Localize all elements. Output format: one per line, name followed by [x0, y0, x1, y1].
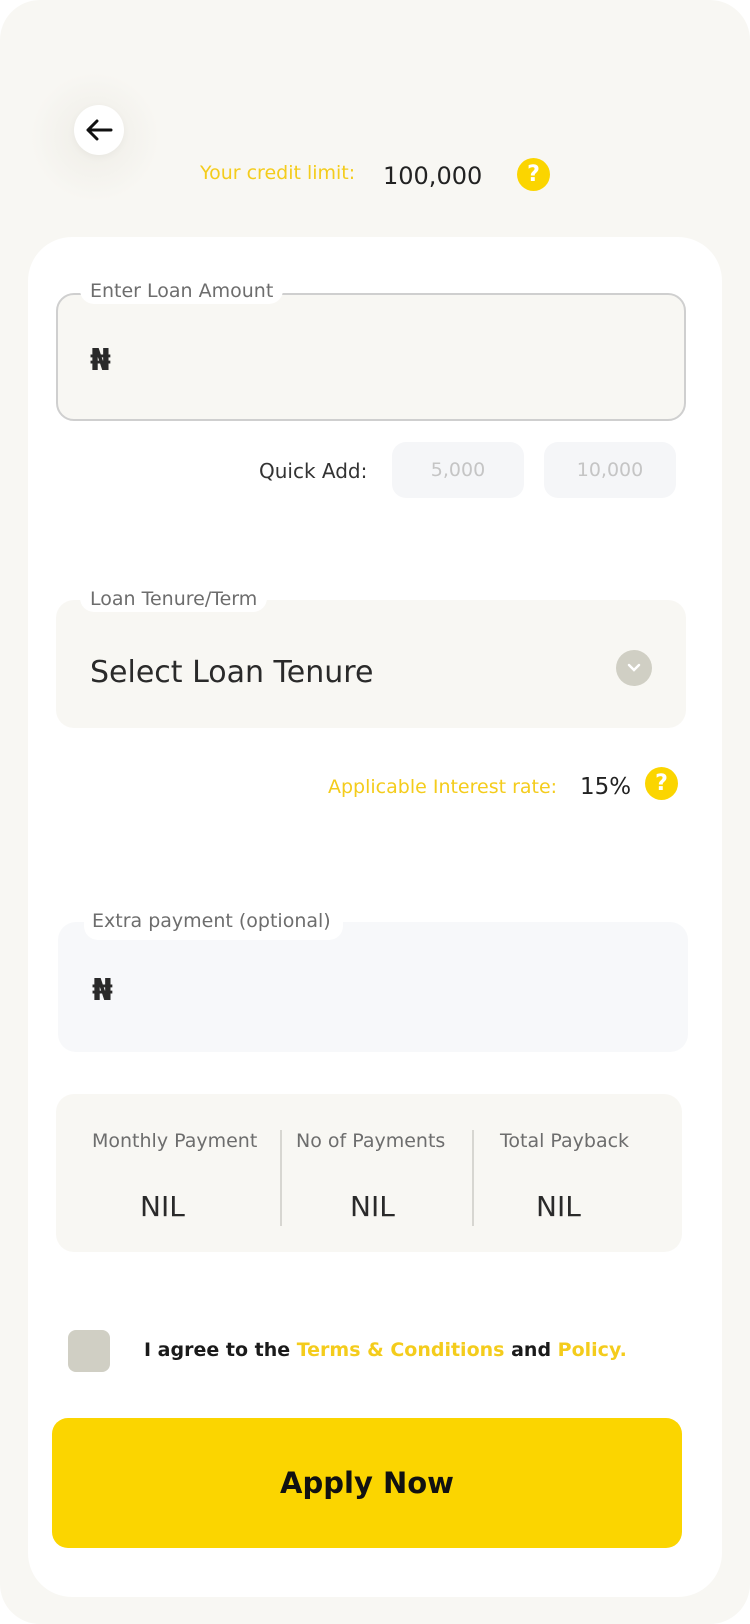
quick-add-label: Quick Add: — [259, 459, 368, 483]
chevron-down-icon[interactable] — [616, 650, 652, 686]
loan-tenure-placeholder: Select Loan Tenure — [90, 655, 374, 690]
apply-now-button[interactable]: Apply Now — [52, 1418, 682, 1548]
terms-checkbox[interactable] — [68, 1330, 110, 1372]
interest-rate-label: Applicable Interest rate: — [328, 776, 558, 798]
summary-divider — [280, 1130, 282, 1226]
back-button[interactable] — [74, 105, 124, 155]
policy-link[interactable]: Policy. — [558, 1339, 627, 1361]
interest-rate-value: 15% — [580, 774, 632, 800]
loan-amount-field[interactable] — [56, 293, 686, 421]
loan-amount-label: Enter Loan Amount — [80, 278, 284, 304]
arrow-left-icon — [86, 119, 113, 141]
agreement-conjunction: and — [511, 1339, 552, 1361]
agreement-prefix: I agree to the — [144, 1339, 291, 1361]
total-payback-label: Total Payback — [500, 1130, 630, 1152]
credit-limit-help-icon[interactable]: ? — [517, 158, 550, 191]
interest-help-icon[interactable]: ? — [645, 767, 678, 800]
extra-payment-label: Extra payment (optional) — [84, 908, 343, 940]
loan-amount-currency: ₦ — [90, 343, 111, 378]
quick-add-10000-button[interactable]: 10,000 — [544, 442, 676, 498]
monthly-payment-label: Monthly Payment — [92, 1130, 258, 1152]
extra-payment-field[interactable] — [58, 922, 688, 1052]
no-of-payments-label: No of Payments — [296, 1130, 446, 1152]
no-of-payments-value: NIL — [350, 1190, 395, 1223]
total-payback-value: NIL — [536, 1190, 581, 1223]
summary-divider — [472, 1130, 474, 1226]
terms-conditions-link[interactable]: Terms & Conditions — [297, 1339, 505, 1361]
extra-payment-currency: ₦ — [92, 973, 113, 1008]
terms-agreement-text: I agree to the Terms & Conditions and Po… — [144, 1339, 627, 1361]
credit-limit-label: Your credit limit: — [200, 162, 356, 184]
credit-limit-value: 100,000 — [383, 162, 483, 190]
quick-add-5000-button[interactable]: 5,000 — [392, 442, 524, 498]
loan-application-screen: Your credit limit: 100,000 ? Enter Loan … — [0, 0, 750, 1624]
monthly-payment-value: NIL — [140, 1190, 185, 1223]
payment-summary: Monthly Payment NIL No of Payments NIL T… — [56, 1094, 682, 1252]
loan-tenure-label: Loan Tenure/Term — [80, 586, 268, 612]
